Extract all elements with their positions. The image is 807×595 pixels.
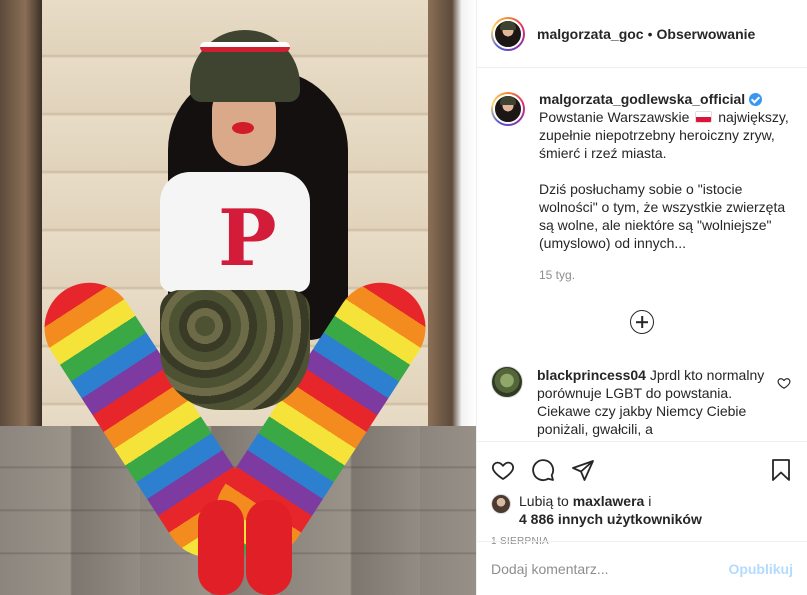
load-more-comments bbox=[491, 310, 793, 334]
load-more-comments-plus-icon[interactable] bbox=[630, 310, 654, 334]
likes-summary: Lubią to maxlawera i 4 886 innych użytko… bbox=[491, 492, 793, 528]
action-icon-row bbox=[491, 450, 793, 490]
commenter-avatar[interactable] bbox=[491, 366, 523, 398]
comment-body: blackprincess04 Jprdl kto normalny porów… bbox=[537, 366, 777, 438]
post-side-panel: malgorzata_goc • Obserwowanie malgorzata… bbox=[476, 0, 807, 595]
caption-author-link[interactable]: malgorzata_godlewska_official bbox=[539, 90, 763, 108]
photo-foot-right bbox=[246, 500, 292, 595]
liker-avatar[interactable] bbox=[491, 494, 511, 514]
save-button[interactable] bbox=[753, 450, 793, 490]
photo-camo-shorts bbox=[160, 290, 310, 410]
likes-text: Lubią to maxlawera i 4 886 innych użytko… bbox=[519, 492, 702, 528]
comment-like-heart-icon[interactable] bbox=[777, 376, 791, 390]
post-header: malgorzata_goc • Obserwowanie bbox=[477, 0, 807, 68]
header-username[interactable]: malgorzata_goc bbox=[537, 26, 644, 42]
photo-kotwica-symbol: P bbox=[218, 193, 277, 284]
likes-connector: i bbox=[648, 493, 652, 509]
bookmark-icon bbox=[772, 459, 790, 481]
poland-flag-icon bbox=[695, 111, 713, 123]
caption-paragraph2: Dziś posłuchamy sobie o "istocie wolnośc… bbox=[539, 181, 786, 251]
comments-section[interactable]: malgorzata_godlewska_official Powstanie … bbox=[477, 68, 807, 441]
caption-author-avatar[interactable] bbox=[491, 92, 525, 126]
post-photo[interactable]: P bbox=[0, 0, 476, 595]
author-avatar[interactable] bbox=[491, 16, 525, 51]
author-avatar-helmet bbox=[500, 20, 516, 30]
comment-bubble-icon bbox=[532, 459, 555, 482]
photo-door-frame-left bbox=[0, 0, 42, 430]
following-button[interactable]: Obserwowanie bbox=[657, 26, 756, 42]
instagram-post: P malgorzata_goc • Obserwowanie malgorza… bbox=[0, 0, 807, 595]
caption-timestamp[interactable]: 15 tyg. bbox=[539, 266, 789, 284]
comment-input[interactable] bbox=[491, 560, 729, 577]
likes-prefix: Lubią to bbox=[519, 493, 569, 509]
photo-helmet-flag-band bbox=[200, 42, 290, 52]
header-separator: • bbox=[647, 25, 653, 42]
post-actions: Lubią to maxlawera i 4 886 innych użytko… bbox=[477, 441, 807, 547]
like-button[interactable] bbox=[491, 450, 531, 490]
comment-author[interactable]: blackprincess04 bbox=[537, 367, 646, 383]
photo-lips bbox=[232, 122, 254, 134]
share-button[interactable] bbox=[571, 450, 611, 490]
caption-author-avatar-helmet bbox=[500, 96, 516, 105]
photo-door-frame-right bbox=[428, 0, 476, 430]
caption-line1: Powstanie Warszawskie największy, zupełn… bbox=[539, 108, 789, 162]
photo-foot-left bbox=[198, 500, 244, 595]
caption-text-part1: Powstanie Warszawskie bbox=[539, 109, 690, 125]
comment-button[interactable] bbox=[531, 450, 571, 490]
liker-username[interactable]: maxlawera bbox=[573, 493, 645, 509]
comment-item: blackprincess04 Jprdl kto normalny porów… bbox=[491, 366, 793, 438]
verified-badge-icon bbox=[749, 92, 763, 106]
post-caption: malgorzata_godlewska_official Powstanie … bbox=[491, 90, 793, 284]
paper-plane-icon bbox=[572, 460, 594, 481]
caption-body: malgorzata_godlewska_official Powstanie … bbox=[539, 90, 789, 284]
add-comment-bar: Opublikuj bbox=[477, 541, 807, 595]
publish-button[interactable]: Opublikuj bbox=[728, 561, 793, 577]
heart-icon bbox=[491, 461, 515, 481]
caption-author-name[interactable]: malgorzata_godlewska_official bbox=[539, 90, 745, 108]
likes-others-count[interactable]: 4 886 innych użytkowników bbox=[519, 511, 702, 527]
